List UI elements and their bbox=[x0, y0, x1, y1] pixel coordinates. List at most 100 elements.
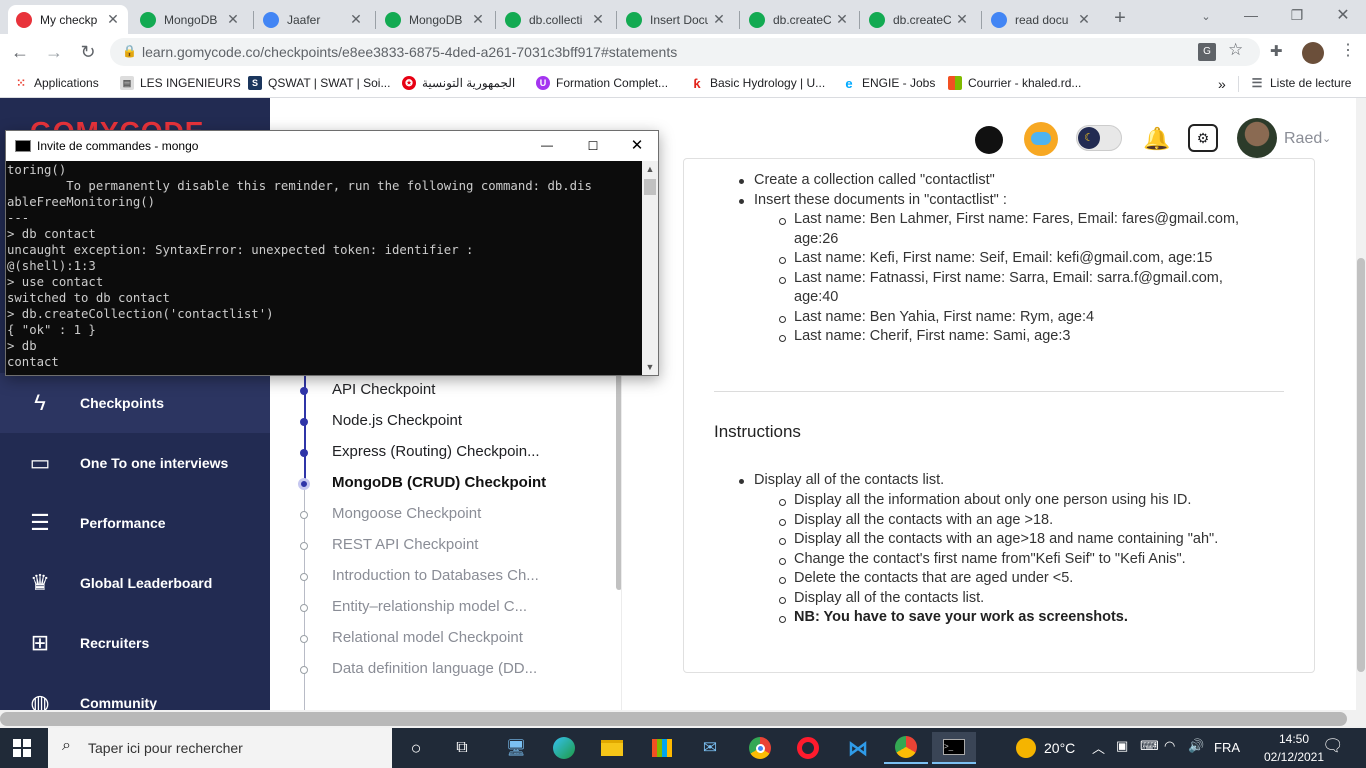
bookmark-courrier[interactable]: Courrier - khaled.rd... bbox=[948, 76, 1081, 90]
close-tab-icon[interactable]: ✕ bbox=[591, 11, 605, 28]
checkpoint-item[interactable]: Relational model Checkpoint bbox=[332, 629, 523, 646]
user-name[interactable]: Raed bbox=[1284, 130, 1322, 148]
tray-chevron-icon[interactable]: ︿ bbox=[1092, 738, 1105, 757]
bookmark-star-icon[interactable]: ☆ bbox=[1228, 40, 1243, 60]
browser-tab[interactable]: db.createC ✕ bbox=[861, 5, 977, 34]
file-explorer-icon[interactable] bbox=[590, 732, 634, 764]
cmd-close-button[interactable]: ✕ bbox=[614, 131, 660, 161]
checkpoint-item[interactable]: Introduction to Databases Ch... bbox=[332, 567, 539, 584]
taskbar-search-box[interactable]: ⌕ Taper ici pour rechercher bbox=[48, 728, 392, 768]
cmd-taskbar-icon[interactable]: >_ bbox=[932, 732, 976, 764]
chevron-down-icon[interactable]: ⌄ bbox=[1322, 132, 1331, 145]
notifications-icon[interactable]: 🗨 bbox=[1322, 736, 1344, 756]
checkpoint-item[interactable]: Mongoose Checkpoint bbox=[332, 505, 481, 522]
wifi-icon[interactable]: ◠ bbox=[1164, 738, 1175, 754]
chrome-icon[interactable] bbox=[738, 732, 782, 764]
checkpoint-item[interactable]: MongoDB (CRUD) Checkpoint bbox=[332, 474, 546, 491]
windows-start-icon[interactable] bbox=[0, 732, 44, 764]
reading-list-button[interactable]: ☰ Liste de lecture bbox=[1250, 76, 1352, 90]
store-icon[interactable] bbox=[640, 732, 684, 764]
close-tab-icon[interactable]: ✕ bbox=[349, 11, 363, 28]
checkpoint-item[interactable]: API Checkpoint bbox=[332, 381, 435, 398]
close-tab-icon[interactable]: ✕ bbox=[1077, 11, 1091, 28]
extensions-puzzle-icon[interactable]: ✚ bbox=[1270, 42, 1290, 62]
sidebar-item-global-leaderboard[interactable]: ♛ Global Leaderboard bbox=[0, 553, 270, 613]
cmd-scrollbar-thumb[interactable] bbox=[644, 179, 656, 195]
profile-avatar[interactable] bbox=[1302, 42, 1324, 64]
browser-tab[interactable]: Jaafer ✕ bbox=[255, 5, 371, 34]
reload-icon[interactable]: ↻ bbox=[74, 38, 102, 66]
mail-icon[interactable]: ✉ bbox=[688, 732, 732, 764]
checkpoint-item[interactable]: Entity–relationship model C... bbox=[332, 598, 527, 615]
notification-bell-icon[interactable]: 🔔 bbox=[1143, 126, 1170, 152]
bookmark-basic-hydrology[interactable]: ƙ Basic Hydrology | U... bbox=[690, 76, 825, 91]
horizontal-scrollbar[interactable] bbox=[0, 710, 1366, 728]
sidebar-item-performance[interactable]: ☰ Performance bbox=[0, 493, 270, 553]
translate-icon[interactable]: G bbox=[1198, 43, 1216, 61]
minimize-button[interactable]: — bbox=[1228, 0, 1274, 30]
browser-tab[interactable]: db.collecti ✕ bbox=[497, 5, 613, 34]
github-icon[interactable] bbox=[975, 126, 1003, 154]
new-tab-button[interactable]: + bbox=[1108, 6, 1132, 30]
close-tab-icon[interactable]: ✕ bbox=[835, 11, 849, 28]
volume-icon[interactable]: 🔊 bbox=[1188, 738, 1204, 754]
bookmark-tunisie[interactable]: ✪ الجمهورية التونسية bbox=[402, 76, 515, 90]
checkpoint-item[interactable]: Express (Routing) Checkpoin... bbox=[332, 443, 540, 460]
settings-chat-icon[interactable]: ⚙ bbox=[1188, 124, 1218, 152]
weather-temp[interactable]: 20°C bbox=[1044, 740, 1075, 756]
sidebar-item-one-to-one-interviews[interactable]: ▭ One To one interviews bbox=[0, 433, 270, 493]
page-scrollbar[interactable] bbox=[1356, 98, 1366, 710]
cmd-minimize-button[interactable]: — bbox=[524, 131, 570, 161]
browser-tab[interactable]: read docu ✕ bbox=[983, 5, 1099, 34]
tray-ime-icon[interactable]: ⌨ bbox=[1140, 738, 1159, 754]
this-pc-icon[interactable]: 🖥 bbox=[494, 732, 538, 764]
cmd-maximize-button[interactable]: ☐ bbox=[570, 131, 616, 161]
checkpoint-item[interactable]: REST API Checkpoint bbox=[332, 536, 478, 553]
page-scrollbar-thumb[interactable] bbox=[1357, 258, 1365, 672]
cortana-icon[interactable]: ○ bbox=[394, 732, 438, 764]
close-tab-icon[interactable]: ✕ bbox=[226, 11, 240, 28]
bookmark-formation[interactable]: U Formation Complet... bbox=[536, 76, 668, 90]
checkpoint-item[interactable]: Data definition language (DD... bbox=[332, 660, 537, 677]
address-bar[interactable]: 🔒 learn.gomycode.co/checkpoints/e8ee3833… bbox=[110, 38, 1260, 66]
cmd-scroll-up-icon[interactable]: ▲ bbox=[642, 161, 658, 177]
cmd-scroll-down-icon[interactable]: ▼ bbox=[642, 359, 658, 375]
command-prompt-window[interactable]: Invite de commandes - mongo — ☐ ✕ toring… bbox=[5, 130, 659, 376]
vscode-icon[interactable]: ⋈ bbox=[836, 732, 880, 764]
bookmark-applications[interactable]: ⁙ Applications bbox=[14, 76, 99, 90]
bookmark-qswat[interactable]: S QSWAT | SWAT | Soi... bbox=[248, 76, 390, 90]
edge-icon[interactable] bbox=[542, 732, 586, 764]
close-tab-icon[interactable]: ✕ bbox=[471, 11, 485, 28]
bookmark-les-ingenieurs[interactable]: ▤ LES INGENIEURS bbox=[120, 76, 241, 90]
browser-tab[interactable]: MongoDB ✕ bbox=[377, 5, 493, 34]
dark-mode-toggle[interactable]: ☾ bbox=[1076, 125, 1122, 151]
restore-button[interactable]: ❐ bbox=[1274, 0, 1320, 30]
opera-icon[interactable] bbox=[786, 732, 830, 764]
checkpoint-item[interactable]: Node.js Checkpoint bbox=[332, 412, 462, 429]
browser-tab[interactable]: db.createC ✕ bbox=[741, 5, 857, 34]
bookmarks-overflow-icon[interactable]: » bbox=[1218, 76, 1226, 92]
close-tab-icon[interactable]: ✕ bbox=[712, 11, 726, 28]
tab-search-icon[interactable]: ⌄ bbox=[1196, 6, 1216, 26]
weather-sun-icon[interactable] bbox=[1016, 738, 1036, 758]
user-avatar[interactable] bbox=[1237, 118, 1277, 158]
cmd-console[interactable]: toring() To permanently disable this rem… bbox=[6, 161, 642, 375]
language-indicator[interactable]: FRA bbox=[1214, 740, 1240, 755]
browser-tab[interactable]: Insert Docu ✕ bbox=[618, 5, 734, 34]
forward-arrow-icon[interactable]: → bbox=[40, 38, 68, 66]
cmd-scrollbar[interactable]: ▲ ▼ bbox=[642, 161, 658, 375]
close-window-button[interactable]: ✕ bbox=[1320, 0, 1366, 30]
back-arrow-icon[interactable]: ← bbox=[6, 38, 34, 66]
sidebar-item-checkpoints[interactable]: ϟ Checkpoints bbox=[0, 373, 270, 433]
cmd-titlebar[interactable]: Invite de commandes - mongo — ☐ ✕ bbox=[6, 131, 658, 161]
sync-cloud-icon[interactable] bbox=[1024, 122, 1058, 156]
sidebar-item-community[interactable]: ◍ Community bbox=[0, 673, 270, 710]
browser-menu-icon[interactable]: ⋮ bbox=[1338, 40, 1358, 64]
browser-tab[interactable]: MongoDB ✕ bbox=[132, 5, 248, 34]
close-tab-icon[interactable]: ✕ bbox=[106, 11, 120, 28]
browser-tab[interactable]: My checkp ✕ bbox=[8, 5, 128, 34]
bookmark-engie[interactable]: e ENGIE - Jobs bbox=[842, 76, 935, 91]
chrome-running-icon[interactable] bbox=[884, 732, 928, 764]
horizontal-scrollbar-thumb[interactable] bbox=[0, 712, 1347, 726]
close-tab-icon[interactable]: ✕ bbox=[955, 11, 969, 28]
